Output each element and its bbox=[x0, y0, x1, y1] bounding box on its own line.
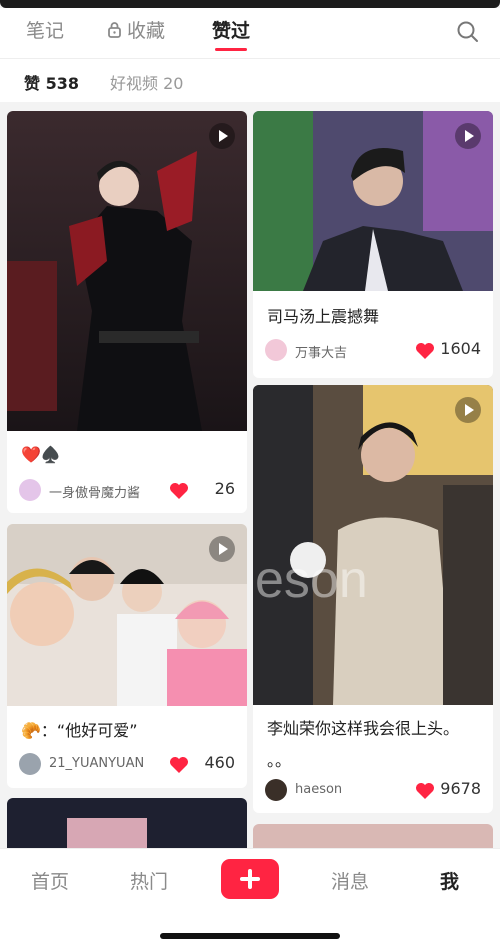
home-indicator bbox=[160, 933, 340, 939]
top-tabs: 笔记 收藏 赞过 bbox=[0, 8, 500, 58]
avatar[interactable] bbox=[265, 779, 287, 801]
like-count: 460 bbox=[204, 753, 235, 772]
avatar[interactable] bbox=[19, 753, 41, 775]
nav-messages[interactable]: 消息 bbox=[331, 867, 369, 894]
sub-tabs: 赞 538 好视频 20 bbox=[0, 58, 500, 102]
plus-icon[interactable] bbox=[221, 859, 279, 899]
like-count: 1604 bbox=[440, 339, 481, 358]
nav-hot[interactable]: 热门 bbox=[130, 867, 168, 894]
card-title: 李灿荣你这样我会很上头。 bbox=[267, 719, 460, 738]
nav-me[interactable]: 我 bbox=[440, 867, 459, 894]
author-name[interactable]: 21_YUANYUAN bbox=[49, 756, 144, 771]
note-card[interactable]: ❤️♠️ 一身傲骨魔力酱 26 bbox=[7, 111, 247, 513]
card-title: 司马汤上震撼舞 bbox=[267, 307, 380, 326]
card-meta: haeson 9678 bbox=[265, 779, 481, 803]
like-count: 26 bbox=[214, 479, 235, 498]
note-card[interactable]: 🥐：“他好可爱” 21_YUANYUAN 460 bbox=[7, 524, 247, 788]
like-count: 9678 bbox=[440, 779, 481, 798]
note-card[interactable]: eson 李灿荣你这样我会很上头。 。。 haeson 9678 bbox=[253, 385, 493, 813]
nav-home[interactable]: 首页 bbox=[31, 867, 69, 894]
status-bar bbox=[0, 0, 500, 8]
heart-icon[interactable] bbox=[415, 782, 435, 800]
tab-notes[interactable]: 笔记 bbox=[26, 18, 64, 44]
card-meta: 一身傲骨魔力酱 26 bbox=[19, 479, 235, 503]
card-meta: 万事大吉 1604 bbox=[265, 339, 481, 363]
search-icon[interactable] bbox=[456, 20, 480, 44]
video-play-icon bbox=[209, 536, 235, 562]
tab-collections[interactable]: 收藏 bbox=[108, 18, 165, 44]
watermark: eson bbox=[255, 551, 368, 609]
card-title: ❤️♠️ bbox=[21, 445, 61, 464]
active-tab-indicator bbox=[215, 48, 247, 51]
video-play-icon bbox=[455, 123, 481, 149]
bottom-nav: 首页 热门 消息 我 bbox=[0, 848, 500, 947]
avatar[interactable] bbox=[19, 479, 41, 501]
heart-icon[interactable] bbox=[169, 482, 189, 500]
card-meta: 21_YUANYUAN 460 bbox=[19, 753, 235, 777]
note-card[interactable]: 司马汤上震撼舞 万事大吉 1604 bbox=[253, 111, 493, 378]
lock-icon bbox=[108, 22, 121, 38]
card-title: 🥐：“他好可爱” bbox=[21, 721, 138, 740]
author-name[interactable]: 万事大吉 bbox=[295, 342, 347, 361]
subtab-good-videos[interactable]: 好视频 20 bbox=[110, 70, 183, 94]
author-name[interactable]: 一身傲骨魔力酱 bbox=[49, 482, 140, 501]
author-name[interactable]: haeson bbox=[295, 782, 342, 797]
tab-liked[interactable]: 赞过 bbox=[212, 18, 250, 44]
subtab-likes[interactable]: 赞 538 bbox=[24, 70, 79, 94]
avatar[interactable] bbox=[265, 339, 287, 361]
card-title-line2: 。。 bbox=[267, 751, 292, 770]
video-play-icon bbox=[455, 397, 481, 423]
cover-image bbox=[253, 385, 493, 705]
video-play-icon bbox=[209, 123, 235, 149]
heart-icon[interactable] bbox=[415, 342, 435, 360]
heart-icon[interactable] bbox=[169, 756, 189, 774]
cover-image bbox=[7, 111, 247, 431]
